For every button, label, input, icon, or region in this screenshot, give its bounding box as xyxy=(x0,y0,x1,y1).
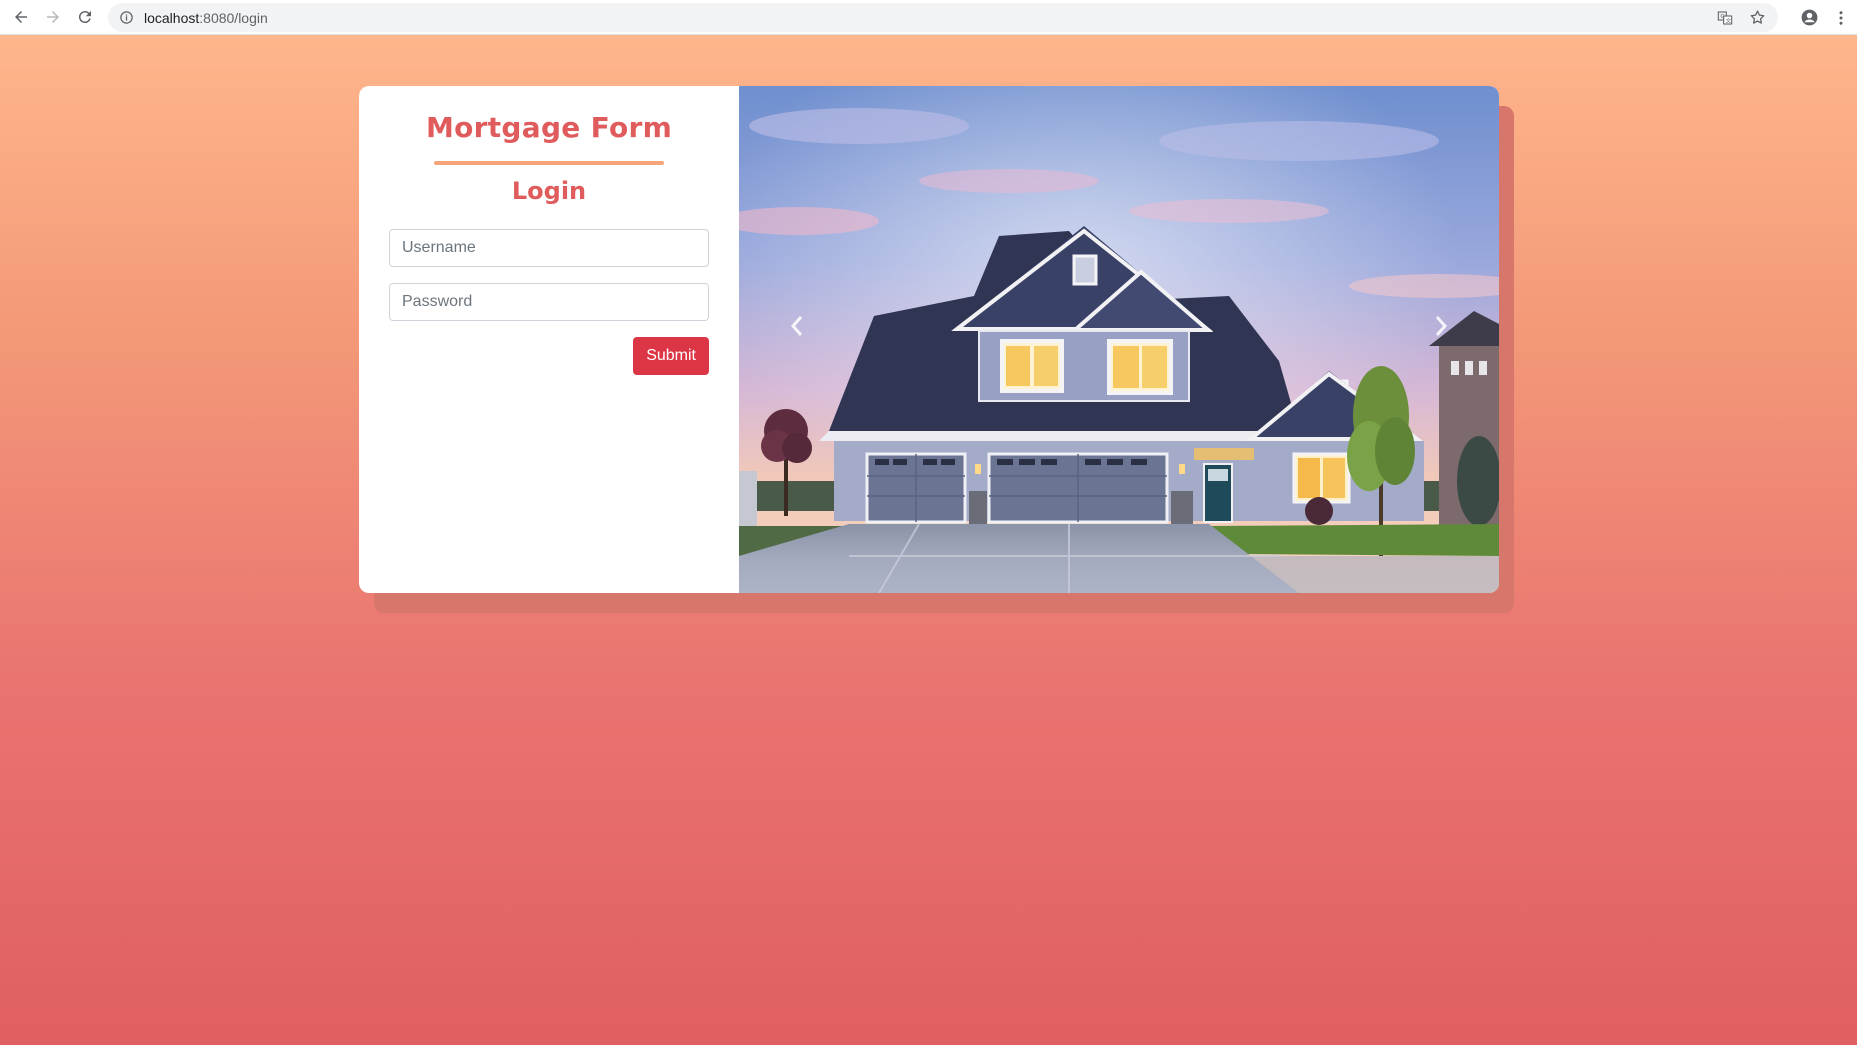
chevron-left-icon xyxy=(790,316,803,336)
back-icon[interactable] xyxy=(5,1,37,33)
house-photo xyxy=(739,86,1499,593)
username-input[interactable] xyxy=(389,229,709,267)
title-divider xyxy=(434,161,664,165)
browser-toolbar: localhost:8080/login G文 xyxy=(0,0,1857,35)
reload-icon[interactable] xyxy=(69,1,101,33)
carousel-next-button[interactable] xyxy=(1421,306,1461,346)
translate-icon[interactable]: G文 xyxy=(1716,9,1734,27)
account-icon[interactable] xyxy=(1793,2,1825,34)
url-text: localhost:8080/login xyxy=(144,9,268,26)
login-title: Login xyxy=(511,177,587,205)
password-input[interactable] xyxy=(389,283,709,321)
menu-icon[interactable] xyxy=(1825,2,1857,34)
brand-title: Mortgage Form xyxy=(425,111,673,144)
svg-text:G: G xyxy=(1720,14,1724,20)
forward-icon[interactable] xyxy=(37,1,69,33)
image-carousel xyxy=(739,86,1499,593)
carousel-prev-button[interactable] xyxy=(777,306,817,346)
login-form-pane: Mortgage Form Login Submit xyxy=(359,86,739,593)
info-icon[interactable] xyxy=(118,10,134,26)
address-bar[interactable]: localhost:8080/login G文 xyxy=(108,3,1778,32)
page-background: Mortgage Form Login Submit xyxy=(0,35,1857,1045)
login-card: Mortgage Form Login Submit xyxy=(359,86,1499,593)
chevron-right-icon xyxy=(1435,316,1448,336)
star-icon[interactable] xyxy=(1748,9,1766,27)
submit-button[interactable]: Submit xyxy=(633,337,709,375)
